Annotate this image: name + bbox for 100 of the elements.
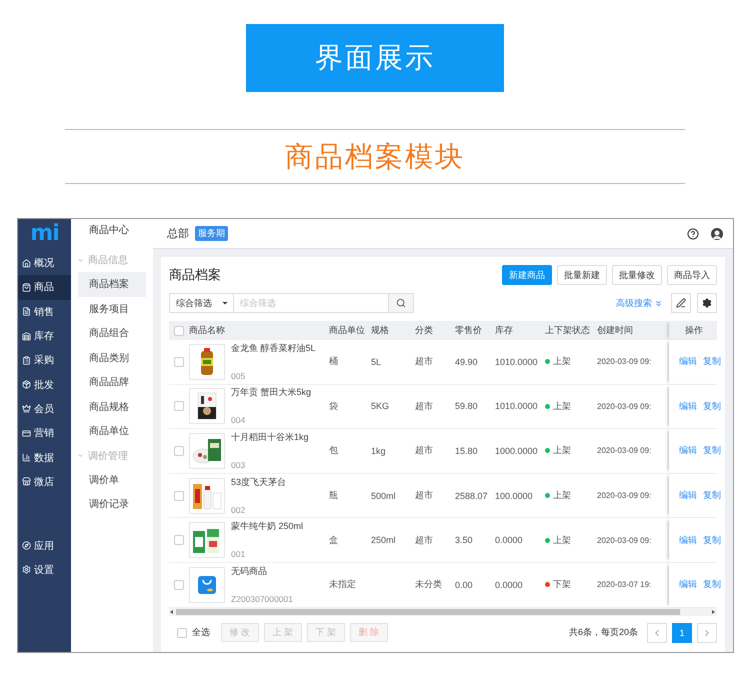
page-title: 商品档案 (169, 266, 222, 284)
action-button[interactable]: 批量新建 (557, 265, 607, 285)
status-text: 下架 (553, 578, 571, 592)
submenu-item[interactable]: 商品单位 (78, 419, 146, 444)
nav-item[interactable]: 商品 (18, 275, 71, 300)
clipboard-icon (22, 356, 31, 365)
submenu-item[interactable]: 调价单 (78, 468, 146, 492)
table-cell: 2020-03-09 09: (597, 357, 652, 366)
advanced-search-link[interactable]: 高级搜索 (616, 296, 663, 310)
table-cell: 500ml (371, 490, 396, 501)
help-icon[interactable] (687, 228, 699, 240)
product-name: 无码商品 (231, 566, 268, 577)
action-button[interactable]: 商品导入 (667, 265, 717, 285)
nav-item[interactable]: 微店 (18, 470, 71, 494)
settings-icon (22, 565, 31, 574)
table-cell: 1010.0000 (495, 401, 538, 412)
table-cell: 250ml (371, 535, 396, 546)
table-cell: 超市 (415, 355, 433, 368)
submenu-item[interactable]: 商品组合 (78, 321, 146, 346)
nav-item[interactable]: 营销 (18, 421, 71, 446)
group-label: 调价管理 (88, 450, 128, 462)
column-header: 商品单位 (329, 324, 365, 337)
column-header: 零售价 (455, 324, 482, 337)
product-code: 001 (231, 549, 246, 560)
nav-item[interactable]: 会员 (18, 396, 71, 422)
bar-chart-icon (22, 453, 31, 462)
double-chevron-icon (654, 298, 663, 308)
previous-page-button[interactable] (647, 622, 667, 643)
row-action-link[interactable]: 复制 (703, 578, 721, 592)
table-cell: 2020-03-09 09: (597, 536, 652, 545)
nav-item[interactable]: 库存 (18, 324, 71, 348)
submenu-item[interactable]: 商品档案 (78, 272, 146, 296)
table-cell: 1kg (371, 446, 386, 456)
nav-item[interactable]: 采购 (18, 348, 71, 372)
pagination-summary: 共6条，每页20条 (568, 626, 638, 640)
checkbox[interactable] (174, 535, 184, 546)
section-title: 商品档案模块 (285, 140, 465, 174)
submenu-item[interactable]: 调价记录 (78, 492, 146, 516)
caret-icon (221, 299, 229, 307)
bag-icon (22, 282, 31, 292)
row-action-link[interactable]: 复制 (703, 355, 721, 368)
column-header: 商品名称 (189, 324, 225, 337)
nav-item[interactable]: 概况 (18, 251, 71, 276)
status-text: 上架 (553, 534, 571, 547)
checkbox[interactable] (174, 580, 184, 590)
store-name: 总部 (167, 226, 189, 241)
edit-button[interactable] (671, 293, 691, 313)
nav-item[interactable]: 销售 (18, 300, 71, 324)
settings-icon (702, 298, 712, 308)
checkbox[interactable] (174, 356, 184, 367)
product-code: 005 (231, 370, 246, 381)
row-action-link[interactable]: 编辑 (679, 400, 697, 413)
row-action-link[interactable]: 复制 (703, 444, 721, 458)
checkbox[interactable] (174, 401, 184, 412)
table-cell: 未分类 (415, 578, 442, 592)
checkbox[interactable] (174, 490, 184, 501)
submenu-item[interactable]: 服务项目 (78, 296, 146, 321)
nav-item[interactable]: 批发 (18, 372, 71, 397)
table-cell: 3.50 (455, 535, 473, 546)
table-cell: 0.0000 (495, 535, 523, 546)
avatar-icon[interactable] (711, 228, 723, 240)
submenu-item[interactable]: 商品类别 (78, 346, 146, 370)
checkbox[interactable] (174, 326, 184, 336)
package-icon (22, 380, 31, 390)
nav-item[interactable]: 数据 (18, 445, 71, 470)
table-cell: 2020-03-09 09: (597, 402, 652, 411)
store-icon (22, 477, 31, 486)
row-action-link[interactable]: 复制 (703, 534, 721, 547)
table-cell: 2020-03-09 09: (597, 446, 652, 456)
row-action-link[interactable]: 编辑 (679, 534, 697, 547)
checkbox[interactable] (177, 628, 187, 638)
table-cell: 100.0000 (495, 490, 533, 501)
filter-select[interactable]: 综合筛选 (169, 293, 234, 313)
card-icon (22, 428, 31, 438)
chevron-icon (77, 452, 84, 459)
logo: mi (29, 220, 60, 248)
row-action-link[interactable]: 编辑 (679, 578, 697, 592)
search-button[interactable] (389, 293, 414, 313)
column-header: 创建时间 (597, 324, 633, 337)
action-button[interactable]: 批量修改 (612, 265, 662, 285)
product-code: 004 (231, 415, 246, 426)
product-name: 蒙牛纯牛奶 250ml (231, 521, 304, 532)
checkbox[interactable] (174, 446, 184, 456)
table-cell: 15.80 (455, 446, 478, 456)
nav-item[interactable]: 设置 (18, 558, 71, 582)
row-action-link[interactable]: 复制 (703, 400, 721, 413)
table-cell: 2020-03-09 09: (597, 491, 652, 500)
table-cell: 袋 (329, 400, 338, 413)
search-field[interactable]: 综合筛选 (234, 293, 389, 313)
settings-button[interactable] (697, 293, 717, 313)
submenu-title: 商品中心 (88, 224, 130, 238)
row-action-link[interactable]: 复制 (703, 489, 721, 502)
product-name: 金龙鱼 醇香菜籽油5L (231, 342, 317, 354)
row-action-link[interactable]: 编辑 (679, 489, 697, 502)
row-action-link[interactable]: 编辑 (679, 355, 697, 368)
row-action-link[interactable]: 编辑 (679, 444, 697, 458)
nav-item[interactable]: 应用 (18, 533, 71, 558)
submenu-item[interactable]: 商品品牌 (78, 370, 146, 394)
next-page-button[interactable] (697, 622, 717, 643)
submenu-item[interactable]: 商品规格 (78, 394, 146, 419)
